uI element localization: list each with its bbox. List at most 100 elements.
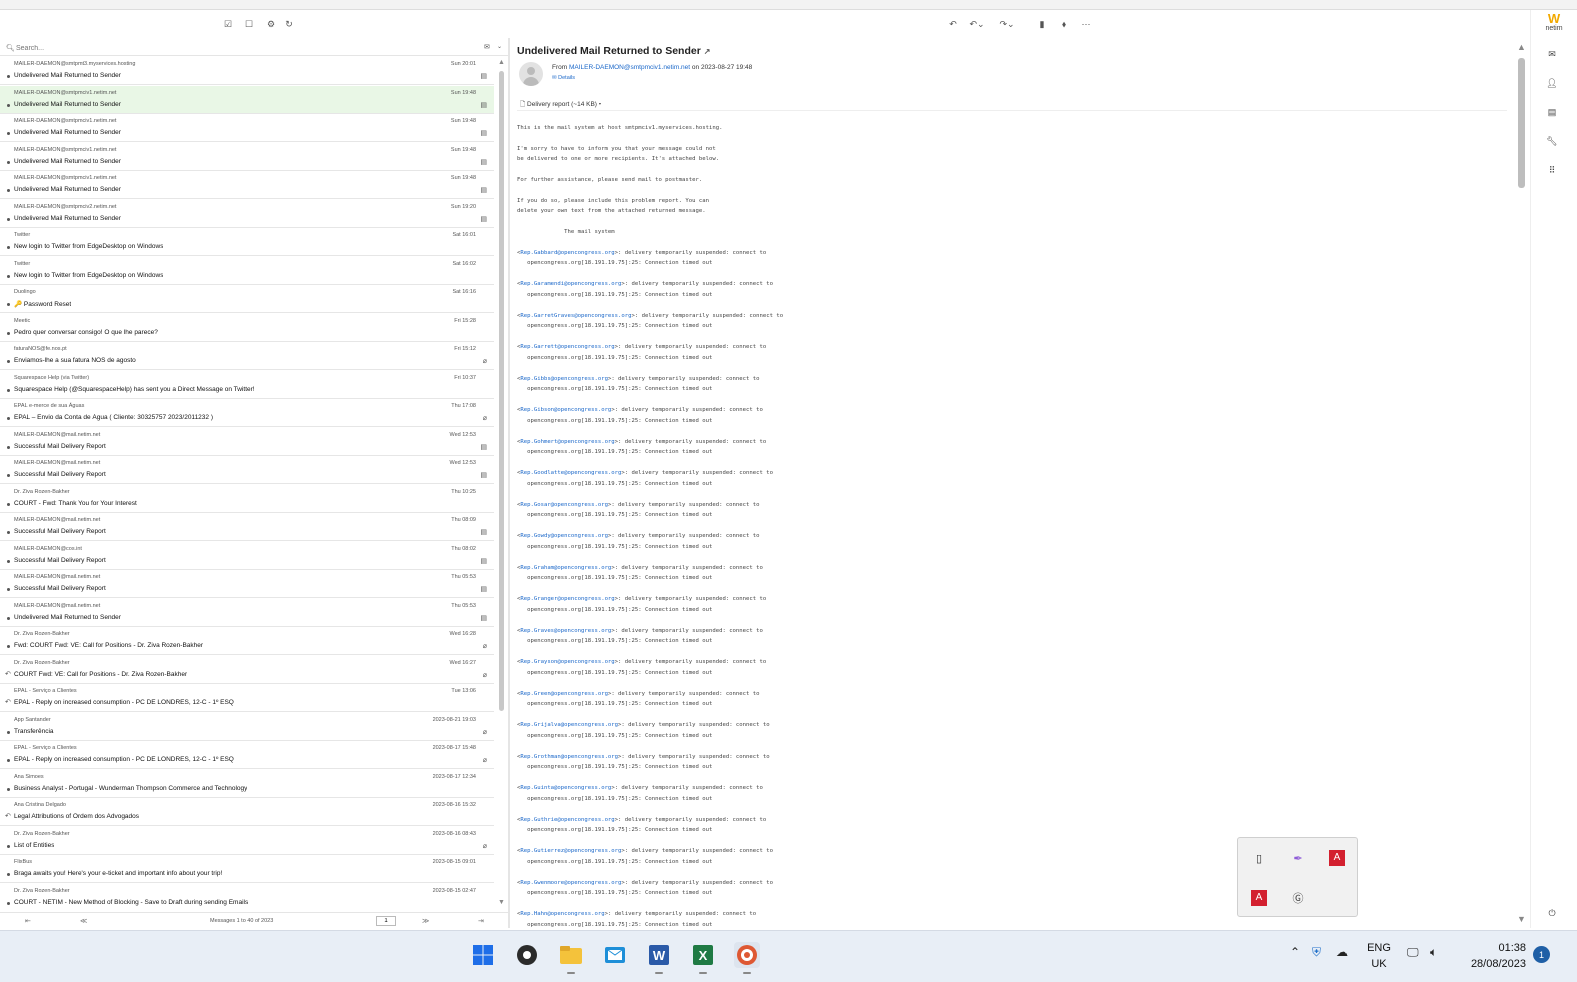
- recipient-address[interactable]: Rep.Grothman@opencongress.org: [520, 754, 618, 760]
- scroll-down-icon[interactable]: ▼: [498, 899, 505, 906]
- refresh-icon[interactable]: ↻: [283, 18, 295, 30]
- first-page-icon[interactable]: ⇤: [25, 917, 31, 925]
- page-number-input[interactable]: [376, 916, 396, 926]
- search-input[interactable]: [16, 42, 476, 54]
- previous-page-icon[interactable]: ≪: [80, 917, 87, 925]
- recipient-address[interactable]: Rep.Gibson@opencongress.org: [520, 407, 611, 413]
- outlook-icon[interactable]: [602, 942, 628, 968]
- list-item[interactable]: MAILER-DAEMON@mail.netim.net Wed 12:53 Suc…: [0, 456, 494, 484]
- list-scrollbar[interactable]: ▲ ▼: [497, 57, 507, 910]
- select-icon[interactable]: ☑: [222, 18, 234, 30]
- list-item[interactable]: Twitter Sat 16:02 New login to Twitter fro…: [0, 257, 494, 285]
- list-item[interactable]: MAILER-DAEMON@cos.int Thu 08:02 Successful…: [0, 542, 494, 570]
- recipient-address[interactable]: Rep.Grijalva@opencongress.org: [520, 722, 618, 728]
- tag-icon[interactable]: ⬧: [1058, 18, 1070, 30]
- mail-icon[interactable]: ✉: [1545, 47, 1559, 61]
- usb-icon[interactable]: ▯: [1247, 846, 1271, 870]
- list-item[interactable]: MAILER-DAEMON@mail.netim.net Thu 05:53 Suc…: [0, 570, 494, 598]
- recipient-address[interactable]: Rep.Graham@opencongress.org: [520, 565, 611, 571]
- word-icon[interactable]: W: [646, 942, 672, 974]
- list-item[interactable]: MAILER-DAEMON@smtpmciv1.netim.net Sun 19:…: [0, 85, 494, 114]
- obs-icon[interactable]: [514, 942, 540, 968]
- recipient-address[interactable]: Rep.Guinta@opencongress.org: [520, 785, 611, 791]
- last-page-icon[interactable]: ⇥: [478, 917, 484, 925]
- list-item[interactable]: FlixBus 2023-08-15 09:01 Braga awaits you!…: [0, 855, 494, 883]
- scroll-up-icon[interactable]: ▲: [1517, 42, 1526, 52]
- pane-divider[interactable]: [508, 38, 510, 928]
- settings-icon[interactable]: ⚙: [265, 18, 277, 30]
- list-item[interactable]: faturaNOS@fe.nos.pt Fri 15:12 Enviamos-lhe…: [0, 342, 494, 370]
- list-scroll-thumb[interactable]: [499, 71, 504, 711]
- calendar-icon[interactable]: ▤: [1545, 105, 1559, 119]
- duckduckgo-icon[interactable]: [734, 942, 760, 974]
- file-explorer-icon[interactable]: [558, 942, 584, 974]
- pen-icon[interactable]: ✒: [1286, 846, 1310, 870]
- recipient-address[interactable]: Rep.Gutierrez@opencongress.org: [520, 848, 621, 854]
- recipient-address[interactable]: Rep.Gabbard@opencongress.org: [520, 250, 614, 256]
- clock[interactable]: 01:38 28/08/2023: [1466, 940, 1526, 972]
- list-item[interactable]: App Santander 2023-08-21 19:03 Transferênc…: [0, 713, 494, 741]
- list-item[interactable]: Ana Simoes 2023-08-17 12:34 Business Analy…: [0, 770, 494, 798]
- recipient-address[interactable]: Rep.Guthrie@opencongress.org: [520, 817, 614, 823]
- apps-icon[interactable]: ⠿: [1545, 163, 1559, 177]
- network-icon[interactable]: 🖵︎: [1407, 945, 1419, 960]
- recipient-address[interactable]: Rep.Graves@opencongress.org: [520, 628, 611, 634]
- forward-icon[interactable]: ↷⌄: [999, 18, 1014, 30]
- list-item[interactable]: MAILER-DAEMON@mail.netim.net Wed 12:53 Suc…: [0, 428, 494, 456]
- excel-icon[interactable]: X: [690, 942, 716, 974]
- list-item[interactable]: Dr. Ziva Rozen-Bakher 2023-08-16 08:43 Lis…: [0, 827, 494, 855]
- language-indicator[interactable]: ENG UK: [1364, 940, 1394, 972]
- recipient-address[interactable]: Rep.Gowdy@opencongress.org: [520, 533, 608, 539]
- recipient-address[interactable]: Rep.Green@opencongress.org: [520, 691, 608, 697]
- list-item[interactable]: MAILER-DAEMON@mail.netim.net Thu 05:53 Und…: [0, 599, 494, 627]
- compose-icon[interactable]: ☐: [243, 18, 255, 30]
- list-item[interactable]: Twitter Sat 16:01 New login to Twitter fro…: [0, 228, 494, 256]
- windows-start-icon[interactable]: [470, 942, 496, 968]
- recipient-address[interactable]: Rep.Granger@opencongress.org: [520, 596, 614, 602]
- list-item[interactable]: Dr. Ziva Rozen-Bakher Thu 10:25 COURT - Fw…: [0, 485, 494, 513]
- envelope-filter-icon[interactable]: ✉: [484, 43, 490, 51]
- list-item[interactable]: MAILER-DAEMON@smtpmt3.myservices.hosting…: [0, 57, 494, 85]
- list-item[interactable]: Duolingo Sat 16:16 🔑 Password Reset: [0, 285, 494, 313]
- list-item[interactable]: ↶ EPAL - Serviço a Clientes Tue 13:06 EPAL …: [0, 684, 494, 712]
- adobe-icon[interactable]: A: [1325, 846, 1349, 870]
- recipient-address[interactable]: Rep.Grayson@opencongress.org: [520, 659, 614, 665]
- list-item[interactable]: Dr. Ziva Rozen-Bakher Wed 16:28 Fwd: COURT…: [0, 627, 494, 655]
- list-item[interactable]: MAILER-DAEMON@smtpmciv2.netim.net Sun 19:…: [0, 200, 494, 228]
- list-item[interactable]: MAILER-DAEMON@smtpmciv1.netim.net Sun 19:…: [0, 114, 494, 142]
- netim-logo[interactable]: Wnetim: [1537, 12, 1571, 32]
- reply-all-icon[interactable]: ↶⌄: [969, 18, 984, 30]
- list-item[interactable]: MAILER-DAEMON@smtpmciv1.netim.net Sun 19:…: [0, 171, 494, 199]
- list-item[interactable]: EPAL - Serviço a Clientes 2023-08-17 15:4…: [0, 741, 494, 769]
- onedrive-icon[interactable]: ☁: [1336, 945, 1348, 959]
- recipient-address[interactable]: Rep.Gohmert@opencongress.org: [520, 439, 614, 445]
- scroll-up-icon[interactable]: ▲: [498, 59, 505, 66]
- defender-icon[interactable]: ⛨: [1312, 945, 1321, 960]
- list-item[interactable]: EPAL e-merce de sua Águas Thu 17:08 EPAL –…: [0, 399, 494, 427]
- more-icon[interactable]: ⋯: [1080, 18, 1092, 30]
- from-address-link[interactable]: MAILER-DAEMON@smtpmciv1.netim.net: [569, 64, 690, 71]
- chevron-down-icon[interactable]: ⌄: [497, 43, 502, 50]
- recipient-address[interactable]: Rep.Goodlatte@opencongress.org: [520, 470, 621, 476]
- power-icon[interactable]: ⏻: [1545, 906, 1559, 920]
- contacts-icon[interactable]: 👤︎: [1545, 76, 1559, 90]
- reading-scrollbar[interactable]: ▲ ▼: [1515, 40, 1528, 928]
- reading-scroll-thumb[interactable]: [1518, 58, 1525, 188]
- adobe-icon[interactable]: A: [1247, 886, 1271, 910]
- recipient-address[interactable]: Rep.Gibbs@opencongress.org: [520, 376, 608, 382]
- open-external-icon[interactable]: ↗: [704, 47, 711, 56]
- tray-overflow-chevron-icon[interactable]: ⌃: [1290, 945, 1300, 959]
- volume-icon[interactable]: 🔈︎: [1430, 945, 1437, 960]
- scroll-down-icon[interactable]: ▼: [1517, 914, 1526, 924]
- list-item[interactable]: MAILER-DAEMON@smtpmciv1.netim.net Sun 19:…: [0, 143, 494, 171]
- recipient-address[interactable]: Rep.Hahn@opencongress.org: [520, 911, 604, 917]
- list-item[interactable]: ↶ Dr. Ziva Rozen-Bakher Wed 16:27 COURT Fwd…: [0, 656, 494, 684]
- grammarly-icon[interactable]: Ⓖ: [1286, 886, 1310, 910]
- recipient-address[interactable]: Rep.Gosar@opencongress.org: [520, 502, 608, 508]
- list-item[interactable]: Meetic Fri 15:28 Pedro quer conversar cons…: [0, 314, 494, 342]
- attachment-item[interactable]: 🗋 Delivery report (~14 KB) ▾: [520, 100, 601, 111]
- list-item[interactable]: Dr. Ziva Rozen-Bakher 2023-08-15 02:47 COU…: [0, 884, 494, 911]
- notification-badge[interactable]: 1: [1533, 946, 1550, 963]
- recipient-address[interactable]: Rep.GarretGraves@opencongress.org: [520, 313, 631, 319]
- settings-icon[interactable]: 🔧︎: [1545, 134, 1559, 148]
